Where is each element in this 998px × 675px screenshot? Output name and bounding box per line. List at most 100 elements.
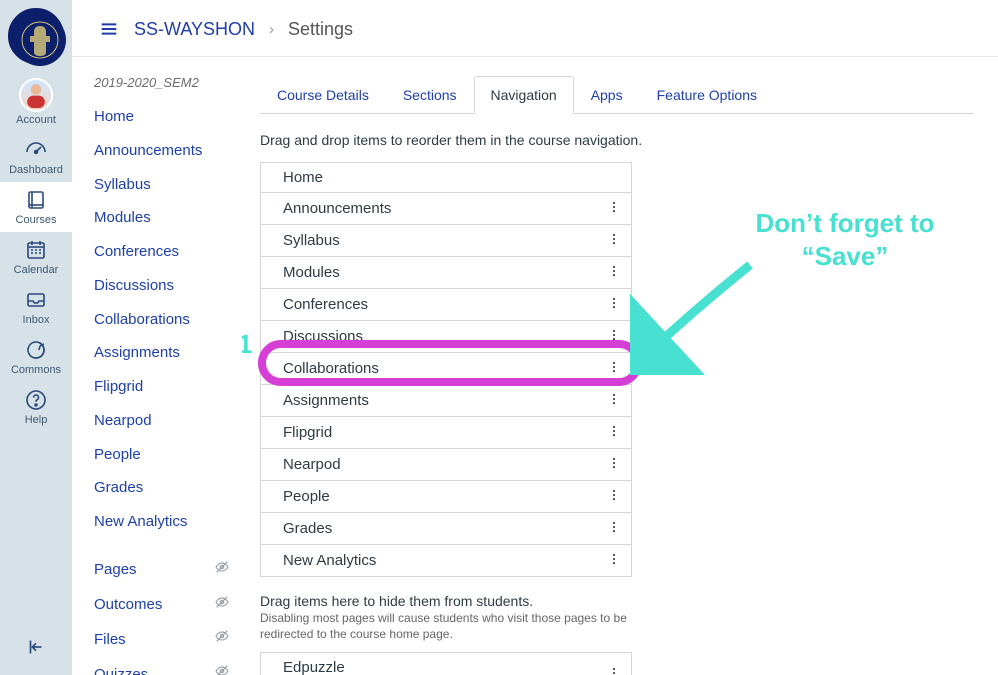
nav-item-label: Grades <box>283 520 332 537</box>
course-nav-people[interactable]: People <box>94 438 238 472</box>
nav-item-announcements[interactable]: Announcements <box>260 193 632 225</box>
inbox-icon <box>24 288 48 312</box>
avatar <box>19 78 53 112</box>
kebab-icon[interactable] <box>605 231 623 250</box>
commons-icon <box>24 338 48 362</box>
gnav-commons[interactable]: Commons <box>0 332 72 382</box>
gnav-inbox[interactable]: Inbox <box>0 282 72 332</box>
nav-item-nearpod[interactable]: Nearpod <box>260 449 632 481</box>
nav-item-edpuzzle[interactable]: EdpuzzlePage disabled, won't appear in n… <box>260 653 632 675</box>
course-nav-label: Syllabus <box>94 174 151 196</box>
nav-item-label: Assignments <box>283 392 369 409</box>
hidden-eye-icon <box>214 594 230 617</box>
nav-item-label: Modules <box>283 264 340 281</box>
gnav-label: Help <box>25 414 48 426</box>
course-nav-label: Grades <box>94 477 143 499</box>
kebab-icon[interactable] <box>605 391 623 410</box>
nav-item-assignments[interactable]: Assignments <box>260 385 632 417</box>
breadcrumb-course[interactable]: SS-WAYSHON <box>134 19 255 40</box>
nav-item-grades[interactable]: Grades <box>260 513 632 545</box>
course-nav-label: Announcements <box>94 140 202 162</box>
course-nav-modules[interactable]: Modules <box>94 201 238 235</box>
course-nav-announcements[interactable]: Announcements <box>94 134 238 168</box>
course-nav-label: Outcomes <box>94 594 162 616</box>
course-nav-conferences[interactable]: Conferences <box>94 235 238 269</box>
gnav-help[interactable]: Help <box>0 382 72 432</box>
nav-item-label: Conferences <box>283 296 368 313</box>
collapse-rail-icon <box>25 636 47 661</box>
kebab-icon[interactable] <box>605 519 623 538</box>
course-nav: 2019-2020_SEM2 HomeAnnouncementsSyllabus… <box>72 57 242 675</box>
course-nav-label: Collaborations <box>94 309 190 331</box>
settings-tabs: Course DetailsSectionsNavigationAppsFeat… <box>260 75 974 114</box>
course-nav-new-analytics[interactable]: New Analytics <box>94 505 238 539</box>
kebab-icon[interactable] <box>605 359 623 378</box>
tab-apps[interactable]: Apps <box>574 76 640 114</box>
kebab-icon[interactable] <box>605 263 623 282</box>
nav-item-new-analytics[interactable]: New Analytics <box>260 545 632 577</box>
nav-item-label: Discussions <box>283 328 363 345</box>
course-nav-syllabus[interactable]: Syllabus <box>94 168 238 202</box>
gnav-label: Calendar <box>14 264 59 276</box>
nav-item-collaborations[interactable]: Collaborations <box>260 353 632 385</box>
course-nav-label: Assignments <box>94 342 180 364</box>
gnav-dashboard[interactable]: Dashboard <box>0 132 72 182</box>
hidden-eye-icon <box>214 559 230 582</box>
nav-visible-list[interactable]: HomeAnnouncementsSyllabus Modules Conferen… <box>260 162 632 577</box>
gnav-calendar[interactable]: Calendar <box>0 232 72 282</box>
course-nav-files[interactable]: Files <box>94 622 238 657</box>
annotation-arrow <box>630 255 770 375</box>
kebab-icon[interactable] <box>605 455 623 474</box>
kebab-icon[interactable] <box>605 295 623 314</box>
annotation-number-1: 1 <box>242 329 252 360</box>
tab-nav[interactable]: Navigation <box>474 76 574 114</box>
tab-sections[interactable]: Sections <box>386 76 474 114</box>
kebab-icon[interactable] <box>605 487 623 506</box>
book-icon <box>24 188 48 212</box>
calendar-icon <box>24 238 48 262</box>
nav-item-home[interactable]: Home <box>260 163 632 193</box>
hamburger-icon[interactable] <box>98 18 120 40</box>
hidden-eye-icon <box>214 628 230 651</box>
course-nav-grades[interactable]: Grades <box>94 471 238 505</box>
course-nav-assignments[interactable]: Assignments <box>94 336 238 370</box>
kebab-icon[interactable] <box>605 327 623 346</box>
course-nav-label: Nearpod <box>94 410 152 432</box>
gnav-label: Dashboard <box>9 164 63 176</box>
nav-item-conferences[interactable]: Conferences <box>260 289 632 321</box>
gnav-label: Commons <box>11 364 61 376</box>
nav-hidden-list[interactable]: EdpuzzlePage disabled, won't appear in n… <box>260 652 632 675</box>
gnav-courses[interactable]: Courses <box>0 182 72 232</box>
course-nav-flipgrid[interactable]: Flipgrid <box>94 370 238 404</box>
kebab-icon[interactable] <box>605 551 623 570</box>
course-nav-label: Files <box>94 629 126 651</box>
kebab-icon[interactable] <box>605 423 623 442</box>
course-nav-label: New Analytics <box>94 511 187 533</box>
course-nav-nearpod[interactable]: Nearpod <box>94 404 238 438</box>
collapse-rail-button[interactable] <box>0 622 72 675</box>
gnav-account[interactable]: Account <box>0 72 72 132</box>
nav-item-label: Nearpod <box>283 456 341 473</box>
tab-details[interactable]: Course Details <box>260 76 386 114</box>
course-nav-home[interactable]: Home <box>94 100 238 134</box>
course-nav-outcomes[interactable]: Outcomes <box>94 588 238 623</box>
course-nav-label: Quizzes <box>94 664 148 675</box>
breadcrumb: SS-WAYSHON › Settings <box>72 0 998 50</box>
course-nav-collaborations[interactable]: Collaborations <box>94 303 238 337</box>
school-logo[interactable] <box>8 8 64 64</box>
course-nav-pages[interactable]: Pages <box>94 553 238 588</box>
breadcrumb-leaf: Settings <box>288 19 353 40</box>
tab-feature[interactable]: Feature Options <box>640 76 774 114</box>
kebab-icon[interactable] <box>605 199 623 218</box>
nav-item-discussions[interactable]: Discussions <box>260 321 632 353</box>
nav-item-flipgrid[interactable]: Flipgrid <box>260 417 632 449</box>
course-nav-discussions[interactable]: Discussions <box>94 269 238 303</box>
nav-item-modules[interactable]: Modules <box>260 257 632 289</box>
nav-hide-sub: Disabling most pages will cause students… <box>260 611 632 642</box>
course-nav-label: Flipgrid <box>94 376 143 398</box>
nav-item-syllabus[interactable]: Syllabus <box>260 225 632 257</box>
nav-item-people[interactable]: People <box>260 481 632 513</box>
course-nav-label: Discussions <box>94 275 174 297</box>
kebab-icon[interactable] <box>605 665 623 675</box>
course-nav-quizzes[interactable]: Quizzes <box>94 657 238 675</box>
